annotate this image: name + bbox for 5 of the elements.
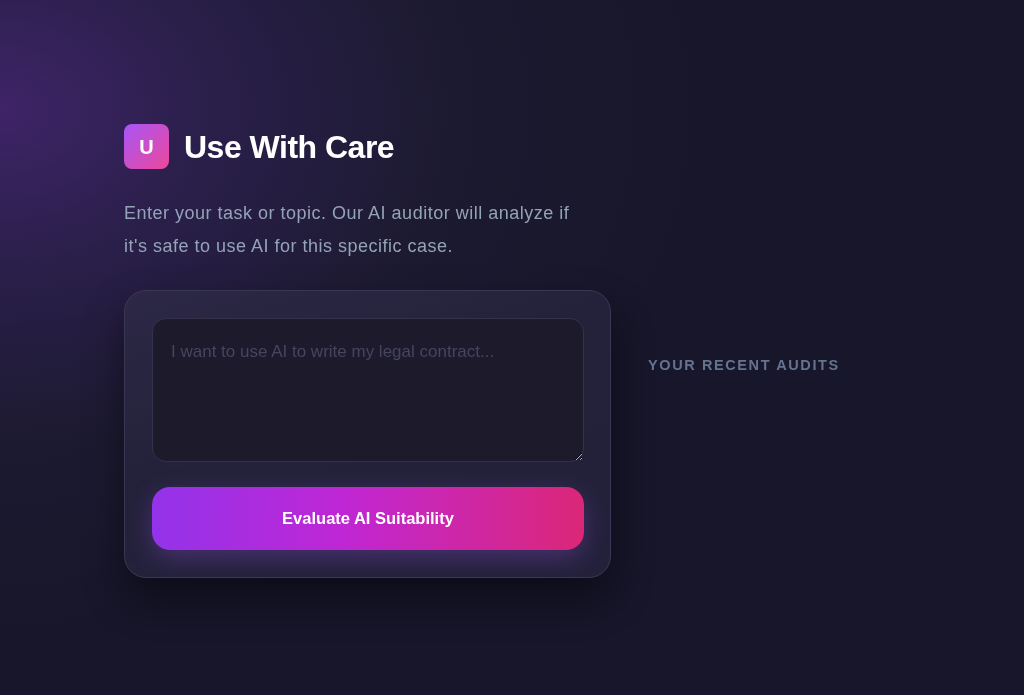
- evaluate-button[interactable]: Evaluate AI Suitability: [152, 487, 584, 550]
- logo-icon: U: [124, 124, 169, 169]
- app-title: Use With Care: [184, 127, 395, 167]
- description-text: Enter your task or topic. Our AI auditor will analyze if it's safe to use AI for this specific case.: [124, 202, 571, 258]
- recent-audits-heading: YOUR RECENT AUDITS: [648, 356, 840, 375]
